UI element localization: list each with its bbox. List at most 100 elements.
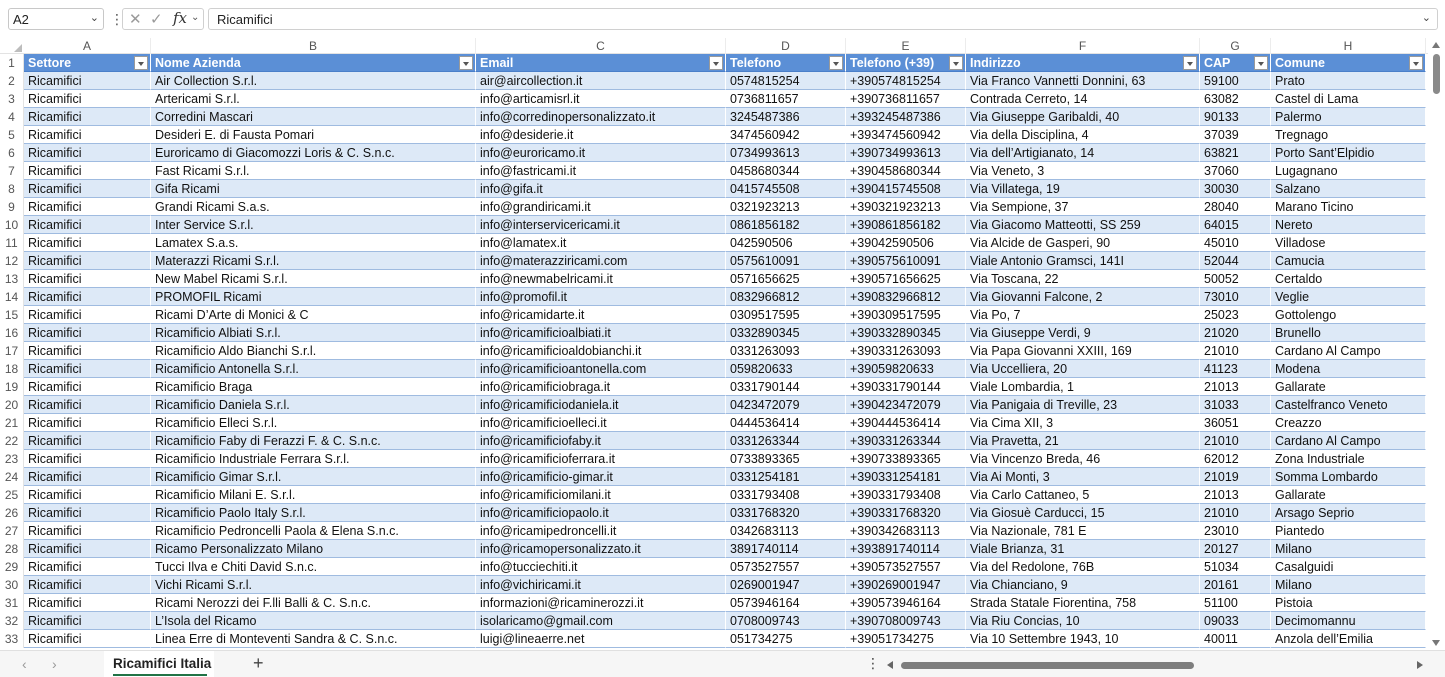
table-cell[interactable]: Via Ai Monti, 3 [966,468,1200,486]
table-cell[interactable]: Porto Sant’Elpidio [1271,144,1426,162]
filter-dropdown-icon[interactable] [134,56,148,70]
table-cell[interactable]: Via Sempione, 37 [966,198,1200,216]
table-cell[interactable]: +390331263093 [846,342,966,360]
table-cell[interactable]: Ricamifici [24,396,151,414]
table-cell[interactable]: 0571656625 [726,270,846,288]
table-cell[interactable]: 21010 [1200,432,1271,450]
table-cell[interactable]: 21010 [1200,504,1271,522]
row-number[interactable]: 11 [0,234,24,252]
table-cell[interactable]: 3245487386 [726,108,846,126]
table-cell[interactable]: Veglie [1271,288,1426,306]
table-cell[interactable]: Ricami Nerozzi dei F.lli Balli & C. S.n.… [151,594,476,612]
table-cell[interactable]: Ricamifici [24,414,151,432]
table-cell[interactable]: +390861856182 [846,216,966,234]
table-cell[interactable]: +390309517595 [846,306,966,324]
table-cell[interactable]: Via Giacomo Matteotti, SS 259 [966,216,1200,234]
table-cell[interactable]: Via Vincenzo Breda, 46 [966,450,1200,468]
scroll-down-icon[interactable] [1432,640,1440,646]
table-cell[interactable]: +390734993613 [846,144,966,162]
vertical-dots-icon[interactable]: ⋮ [110,10,124,28]
table-cell[interactable]: 0415745508 [726,180,846,198]
table-cell[interactable]: Lugagnano [1271,162,1426,180]
table-cell[interactable]: L’Isola del Ricamo [151,612,476,630]
filter-dropdown-icon[interactable] [459,56,473,70]
fx-icon[interactable]: fx [173,9,187,27]
table-cell[interactable]: Via Riu Concias, 10 [966,612,1200,630]
table-cell[interactable]: Ricamifici [24,504,151,522]
row-number[interactable]: 23 [0,450,24,468]
chevron-right-icon[interactable]: › [52,656,57,672]
table-cell[interactable]: 64015 [1200,216,1271,234]
table-cell[interactable]: Lamatex S.a.s. [151,234,476,252]
chevron-left-icon[interactable]: ‹ [22,656,27,672]
table-cell[interactable]: 21013 [1200,378,1271,396]
table-cell[interactable]: Piantedo [1271,522,1426,540]
table-cell[interactable]: info@desiderie.it [476,126,726,144]
table-cell[interactable]: 0423472079 [726,396,846,414]
table-cell[interactable]: +390444536414 [846,414,966,432]
table-cell[interactable]: info@ricamificiopaolo.it [476,504,726,522]
table-cell[interactable]: Ricamifici [24,630,151,648]
header-cell[interactable]: Email [476,54,726,72]
table-cell[interactable]: 0458680344 [726,162,846,180]
column-header-e[interactable]: E [846,38,966,54]
table-cell[interactable]: Ricamifici [24,360,151,378]
table-cell[interactable]: Prato [1271,72,1426,90]
table-cell[interactable]: PROMOFIL Ricami [151,288,476,306]
table-cell[interactable]: Ricami D’Arte di Monici & C [151,306,476,324]
row-number[interactable]: 13 [0,270,24,288]
table-cell[interactable]: Ricamificio Antonella S.r.l. [151,360,476,378]
table-cell[interactable]: +390573946164 [846,594,966,612]
table-cell[interactable]: +390342683113 [846,522,966,540]
table-cell[interactable]: Ricamifici [24,126,151,144]
table-cell[interactable]: 50052 [1200,270,1271,288]
row-number[interactable]: 6 [0,144,24,162]
row-number[interactable]: 22 [0,432,24,450]
table-cell[interactable]: 09033 [1200,612,1271,630]
formula-input[interactable]: Ricamifici ⌄ [208,8,1438,30]
table-cell[interactable]: 0342683113 [726,522,846,540]
table-cell[interactable]: Via della Disciplina, 4 [966,126,1200,144]
vertical-dots-icon[interactable]: ⋮ [866,655,880,672]
table-cell[interactable]: Marano Ticino [1271,198,1426,216]
table-cell[interactable]: Ricamificio Pedroncelli Paola & Elena S.… [151,522,476,540]
table-cell[interactable]: 90133 [1200,108,1271,126]
table-cell[interactable]: Ricamifici [24,324,151,342]
row-number[interactable]: 15 [0,306,24,324]
table-cell[interactable]: 37060 [1200,162,1271,180]
table-cell[interactable]: Palermo [1271,108,1426,126]
table-cell[interactable]: Via Alcide de Gasperi, 90 [966,234,1200,252]
row-number[interactable]: 30 [0,576,24,594]
row-number[interactable]: 8 [0,180,24,198]
table-cell[interactable]: Ricamifici [24,144,151,162]
table-cell[interactable]: info@ricamificiodaniela.it [476,396,726,414]
header-cell[interactable]: Nome Azienda [151,54,476,72]
table-cell[interactable]: info@ricamificioantonella.com [476,360,726,378]
table-cell[interactable]: Ricamificio Industriale Ferrara S.r.l. [151,450,476,468]
table-cell[interactable]: Via Papa Giovanni XXIII, 169 [966,342,1200,360]
table-cell[interactable]: 31033 [1200,396,1271,414]
table-cell[interactable]: info@ricamificioalbiati.it [476,324,726,342]
table-cell[interactable]: +390331790144 [846,378,966,396]
table-cell[interactable]: +39042590506 [846,234,966,252]
table-cell[interactable]: 36051 [1200,414,1271,432]
column-header-g[interactable]: G [1200,38,1271,54]
table-cell[interactable]: Camucia [1271,252,1426,270]
table-cell[interactable]: +390573527557 [846,558,966,576]
table-cell[interactable]: 0734993613 [726,144,846,162]
table-cell[interactable]: Strada Statale Fiorentina, 758 [966,594,1200,612]
table-cell[interactable]: Ricamificio Milani E. S.r.l. [151,486,476,504]
table-cell[interactable]: info@ricamopersonalizzato.it [476,540,726,558]
table-cell[interactable]: info@ricamificioaldobianchi.it [476,342,726,360]
table-cell[interactable]: Certaldo [1271,270,1426,288]
row-number[interactable]: 9 [0,198,24,216]
table-cell[interactable]: info@materazziricami.com [476,252,726,270]
table-cell[interactable]: Anzola dell’Emilia [1271,630,1426,648]
table-cell[interactable]: informazioni@ricaminerozzi.it [476,594,726,612]
table-cell[interactable]: 0331263344 [726,432,846,450]
row-number[interactable]: 10 [0,216,24,234]
table-cell[interactable]: Ricamifici [24,450,151,468]
spreadsheet-grid[interactable]: A B C D E F G H 1 Settore Nome Azienda Email Telefon… [0,38,1428,650]
table-cell[interactable]: Ricamifici [24,540,151,558]
table-cell[interactable]: Gallarate [1271,378,1426,396]
